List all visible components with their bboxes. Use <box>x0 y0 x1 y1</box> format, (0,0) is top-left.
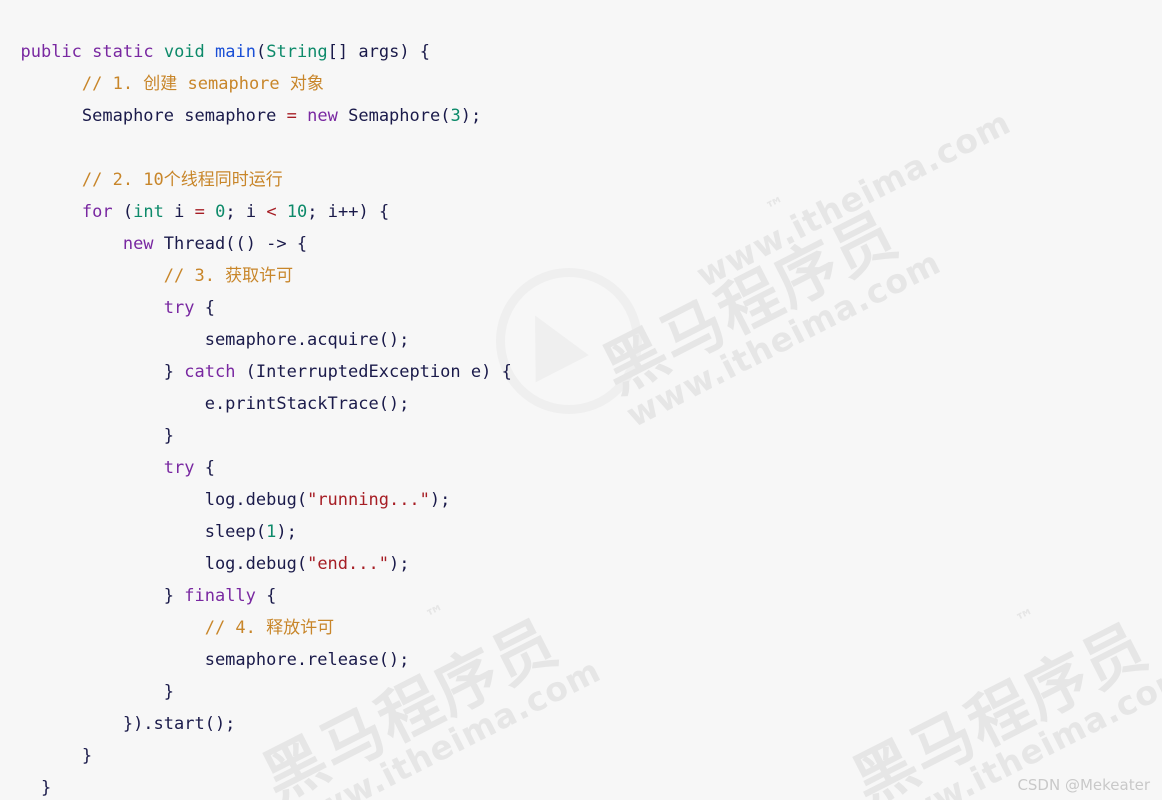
token-string-end: "end..." <box>307 554 389 574</box>
code-line-6: for (int i = 0; i < 10; i++) { <box>81 202 390 222</box>
token-param-args: args <box>358 42 400 62</box>
token-number-10: 10 <box>286 202 308 222</box>
token-function-main: main <box>215 42 256 62</box>
token-number-1: 1 <box>266 522 277 542</box>
token-keyword-void: void <box>163 42 205 62</box>
code-line-23: } <box>81 746 93 766</box>
token-call-release: semaphore.release(); <box>204 650 410 670</box>
token-exception-type: InterruptedException <box>255 362 461 382</box>
token-call-sleep: sleep <box>204 522 256 542</box>
code-line-11: } catch (InterruptedException e) { <box>163 362 512 382</box>
token-keyword-try-2: try <box>163 458 195 478</box>
token-keyword-catch: catch <box>184 362 236 382</box>
code-line-14: try { <box>163 458 215 478</box>
code-line-12: e.printStackTrace(); <box>0 388 1162 420</box>
token-call-log-debug-2: log.debug <box>204 554 297 574</box>
code-line-7: new Thread(() -> { <box>122 234 308 254</box>
token-type-string: String <box>266 42 328 62</box>
code-line-22: }).start(); <box>0 708 1162 740</box>
token-type-semaphore: Semaphore <box>81 106 175 126</box>
token-var-semaphore: semaphore <box>184 106 277 126</box>
token-keyword-int: int <box>133 202 164 222</box>
code-line-8: // 3. 获取许可 <box>0 260 1162 292</box>
token-keyword-public: public <box>20 42 82 62</box>
code-line-16: sleep(1); <box>204 522 297 542</box>
token-keyword-finally: finally <box>184 586 256 606</box>
token-comment-4: // 4. 释放许可 <box>204 618 335 638</box>
token-number-3: 3 <box>450 106 461 126</box>
token-keyword-static: static <box>92 42 154 62</box>
token-keyword-new-2: new <box>122 234 154 254</box>
code-line-5: // 2. 10个线程同时运行 <box>0 164 1162 196</box>
code-screenshot: ▲ 黑马程序员 ™ www.itheima.com 黑马程序员 ™ www.it… <box>0 0 1162 800</box>
code-line-13: } <box>163 426 175 446</box>
token-call-acquire: semaphore.acquire(); <box>204 330 410 350</box>
code-line-19: // 4. 释放许可 <box>0 612 1162 644</box>
code-line-17: log.debug("end..."); <box>204 554 410 574</box>
token-keyword-new-1: new <box>307 106 338 126</box>
token-class-thread: Thread <box>163 234 226 254</box>
code-line-2: // 1. 创建 semaphore 对象 <box>0 68 1162 100</box>
code-line-1: public static void main(String[] args) { <box>20 42 431 62</box>
token-string-running: "running..." <box>307 490 430 510</box>
code-line-24: } <box>40 778 52 798</box>
token-call-start: }).start(); <box>122 714 236 734</box>
token-call-log-debug-1: log.debug <box>204 490 297 510</box>
code-line-9: try { <box>163 298 215 318</box>
token-keyword-try-1: try <box>163 298 195 318</box>
token-comment-2: // 2. 10个线程同时运行 <box>81 170 283 190</box>
token-comment-1: // 1. 创建 semaphore 对象 <box>81 74 324 94</box>
token-call-printstacktrace: e.printStackTrace(); <box>204 394 410 414</box>
token-keyword-for: for <box>81 202 113 222</box>
code-line-20: semaphore.release(); <box>0 644 1162 676</box>
code-block: public static void main(String[] args) {… <box>0 17 1162 800</box>
code-line-10: semaphore.acquire(); <box>0 324 1162 356</box>
code-line-18: } finally { <box>163 586 277 606</box>
code-line-3: Semaphore semaphore = new Semaphore(3); <box>81 106 482 126</box>
token-comment-3: // 3. 获取许可 <box>163 266 294 286</box>
code-line-21: } <box>163 682 175 702</box>
csdn-attribution: CSDN @Mekeater <box>1017 776 1150 794</box>
token-number-0: 0 <box>215 202 226 222</box>
code-line-15: log.debug("running..."); <box>204 490 451 510</box>
